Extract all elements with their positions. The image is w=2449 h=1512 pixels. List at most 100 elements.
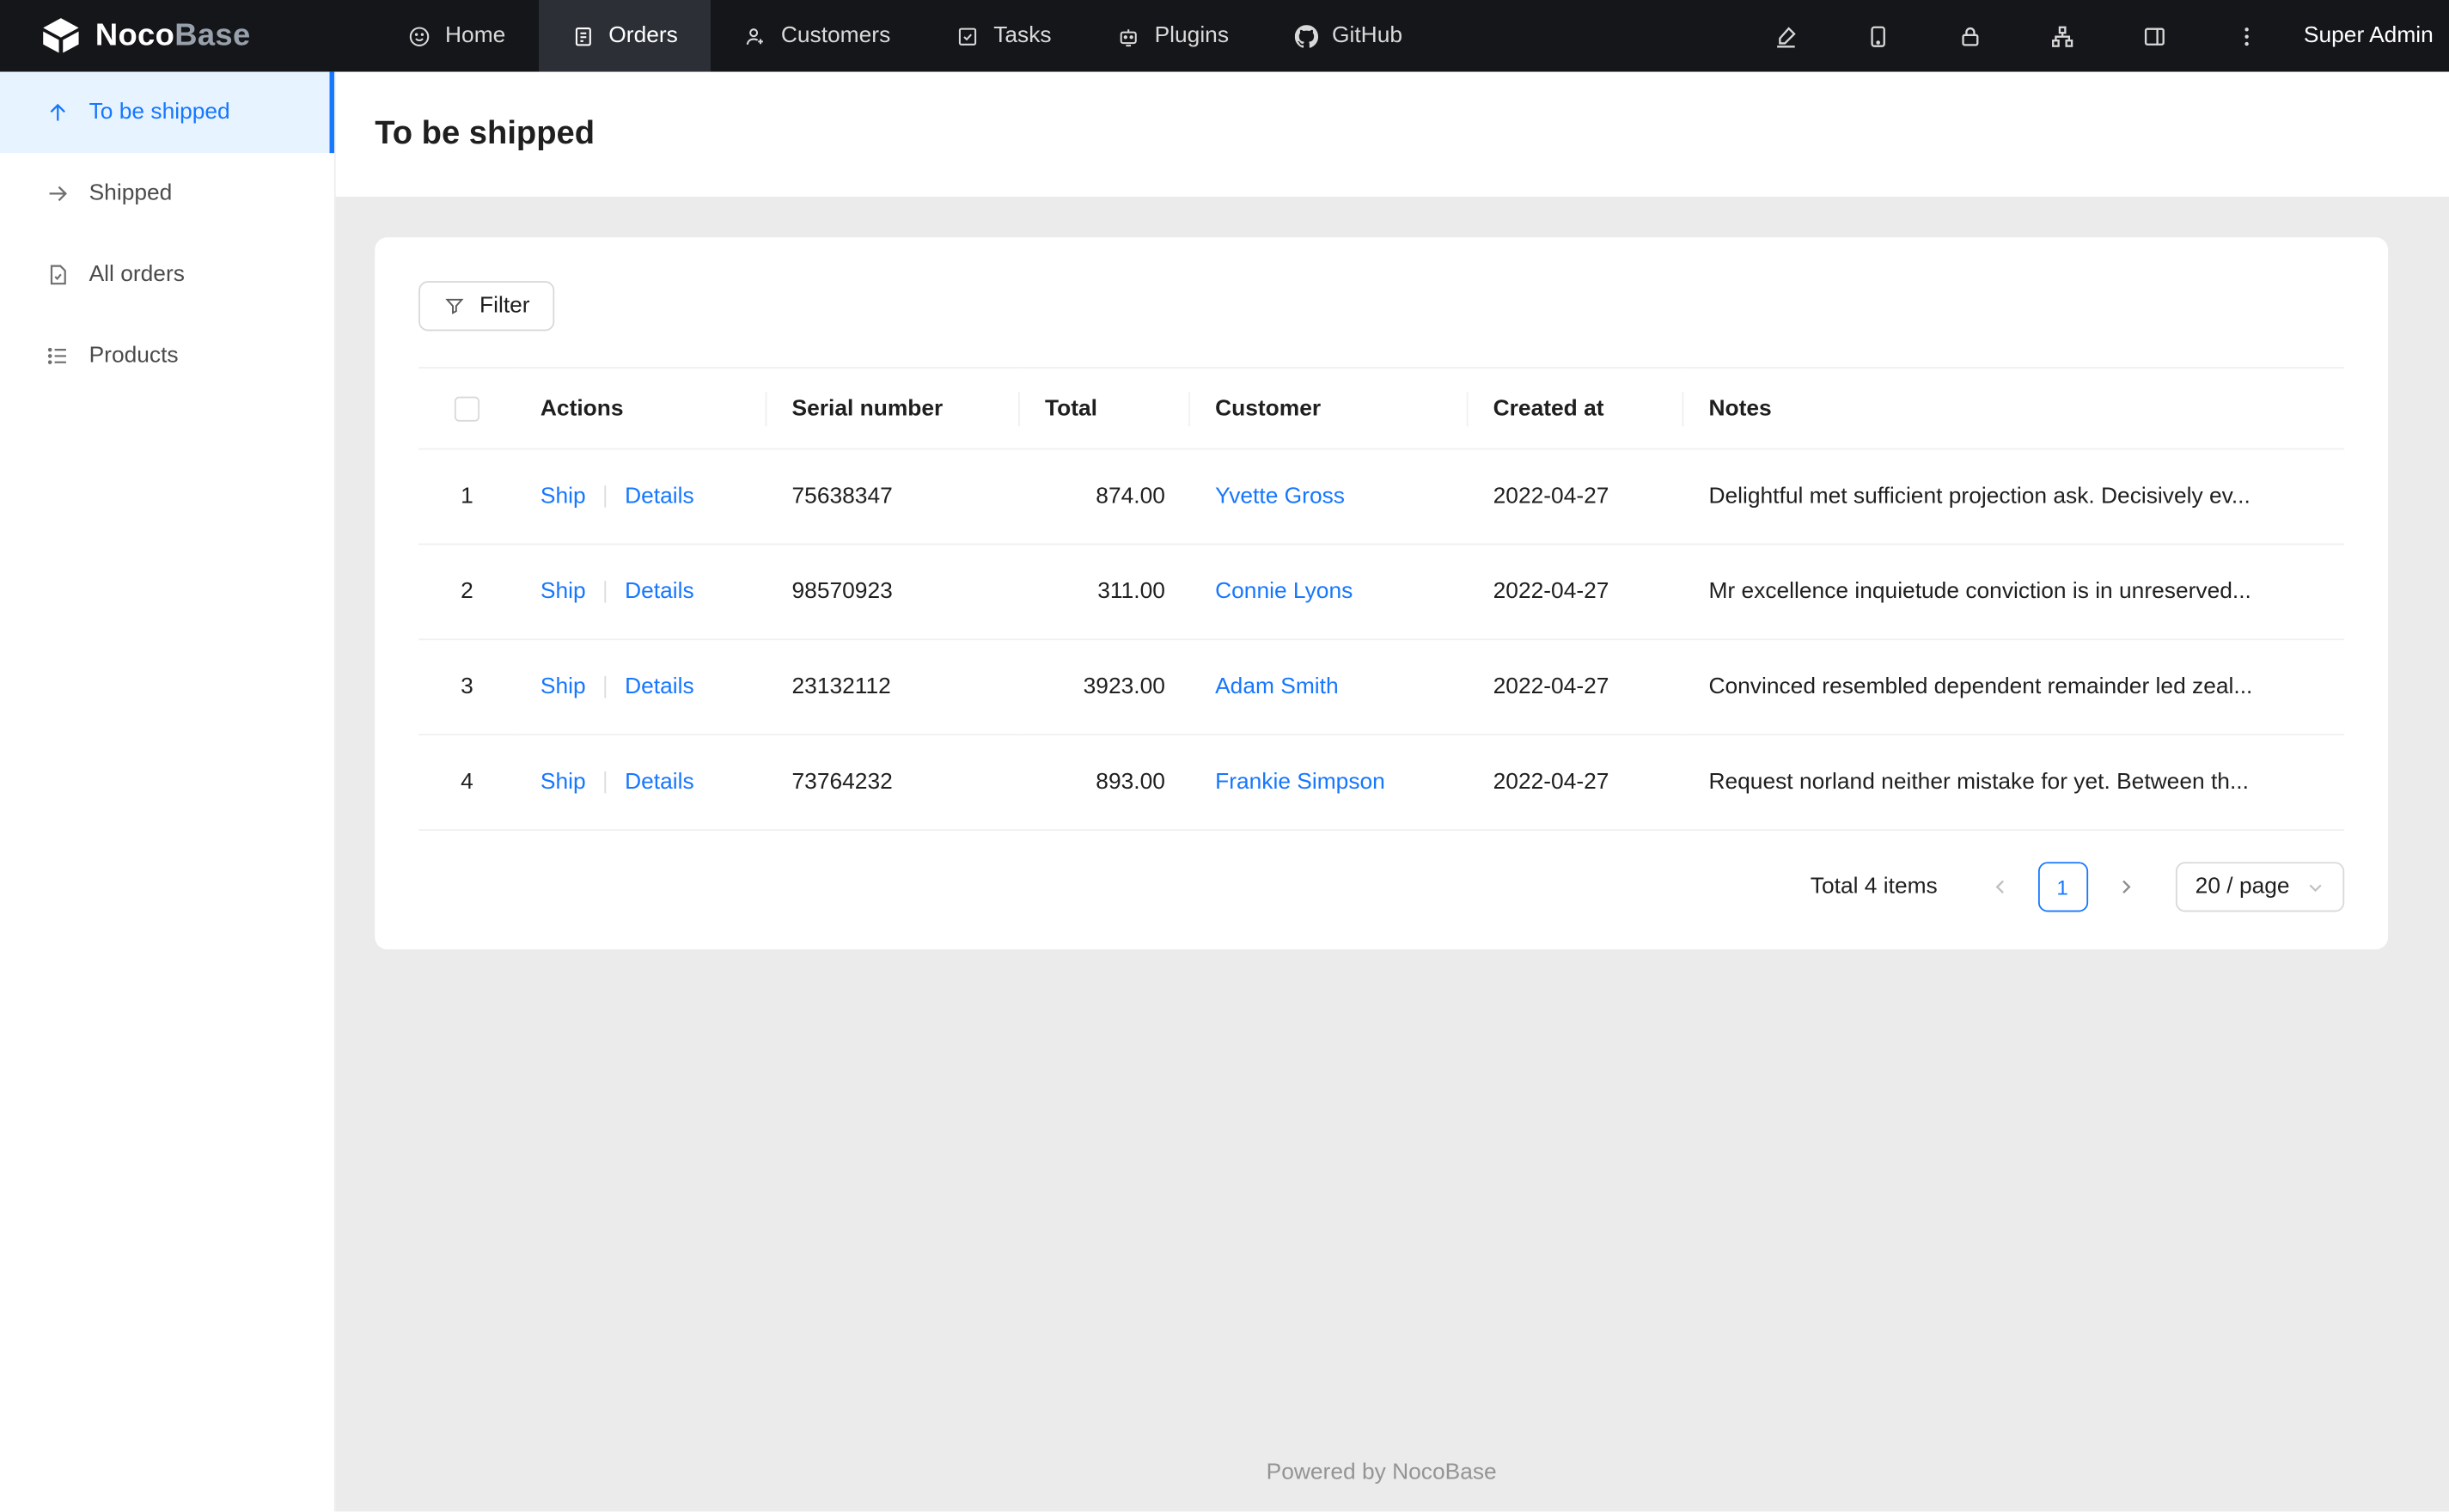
nav-item-plugins[interactable]: Plugins <box>1084 0 1261 72</box>
tasks-icon <box>956 24 980 47</box>
created-at-cell: 2022-04-27 <box>1468 448 1684 546</box>
row-actions: Ship Details <box>515 735 767 831</box>
page-size-select[interactable]: 20 / page <box>2175 862 2345 912</box>
row-actions: Ship Details <box>515 544 767 641</box>
app-root: NocoBase Home Orders Customers Tasks Plu… <box>0 0 2449 1512</box>
nocobase-logo[interactable]: NocoBase <box>0 0 336 72</box>
pagination-page-1[interactable]: 1 <box>2037 862 2088 912</box>
list-icon <box>46 344 70 369</box>
table-row: 4 Ship Details 73764232 893.00 Frankie Si… <box>418 735 2345 831</box>
sidebar-item-shipped[interactable]: Shipped <box>0 153 334 235</box>
serial-number-cell: 98570923 <box>766 544 1020 641</box>
created-at-cell: 2022-04-27 <box>1468 735 1684 831</box>
details-link[interactable]: Details <box>625 674 694 699</box>
ui-editor-button[interactable] <box>1752 0 1821 72</box>
action-divider <box>604 771 607 794</box>
sidebar-item-to-be-shipped[interactable]: To be shipped <box>0 71 334 154</box>
notes-cell: Convinced resembled dependent remainder … <box>1683 639 2345 736</box>
ship-link[interactable]: Ship <box>540 579 586 604</box>
more-button[interactable] <box>2213 0 2281 72</box>
serial-number-cell: 75638347 <box>766 448 1020 546</box>
filter-button[interactable]: Filter <box>418 281 555 332</box>
row-index: 4 <box>418 735 516 831</box>
column-header-customer: Customer <box>1190 367 1469 450</box>
row-index: 2 <box>418 544 516 641</box>
column-header-notes: Notes <box>1683 367 2345 450</box>
orders-card: Filter Actions Serial number Total Custo… <box>375 237 2389 950</box>
nav-item-github[interactable]: GitHub <box>1261 0 1435 72</box>
customer-cell: Adam Smith <box>1190 639 1469 736</box>
ship-link[interactable]: Ship <box>540 484 586 509</box>
customer-link[interactable]: Yvette Gross <box>1215 484 1345 509</box>
column-header-serial-number: Serial number <box>766 367 1020 450</box>
home-icon <box>407 24 431 47</box>
total-cell: 3923.00 <box>1019 639 1191 736</box>
footer-text: Powered by NocoBase <box>1266 1460 1497 1485</box>
customer-link[interactable]: Adam Smith <box>1215 674 1339 699</box>
table-row: 3 Ship Details 23132112 3923.00 Adam Smit… <box>418 639 2345 736</box>
details-link[interactable]: Details <box>625 579 694 604</box>
chevron-left-icon <box>1991 877 2010 896</box>
apartment-icon <box>2050 22 2077 49</box>
sidebar-item-label: To be shipped <box>89 100 230 125</box>
total-cell: 874.00 <box>1019 448 1191 546</box>
total-cell: 311.00 <box>1019 544 1191 641</box>
layout-icon <box>2142 22 2169 49</box>
notes-cell: Delightful met sufficient projection ask… <box>1683 448 2345 546</box>
plugins-icon <box>1117 24 1140 47</box>
top-navigation: Home Orders Customers Tasks Plugins GitH… <box>375 0 1435 72</box>
pagination-prev-button[interactable] <box>1975 862 2025 911</box>
ship-link[interactable]: Ship <box>540 770 586 795</box>
action-divider <box>604 581 607 603</box>
arrow-up-icon <box>46 100 70 125</box>
column-header-created-at: Created at <box>1468 367 1684 450</box>
details-link[interactable]: Details <box>625 484 694 509</box>
nav-item-customers[interactable]: Customers <box>711 0 923 72</box>
sidebar-item-all-orders[interactable]: All orders <box>0 235 334 316</box>
sidebar-item-label: All orders <box>89 262 185 288</box>
chevron-down-icon <box>2307 878 2324 895</box>
page-size-value: 20 / page <box>2195 874 2290 899</box>
serial-number-cell: 23132112 <box>766 639 1020 736</box>
pagination-next-button[interactable] <box>2100 862 2150 911</box>
more-vertical-icon <box>2234 22 2261 49</box>
main-area: To be shipped Filter Actions Serial numb… <box>335 71 2449 1512</box>
sidebar-item-products[interactable]: Products <box>0 315 334 397</box>
nav-item-home[interactable]: Home <box>375 0 538 72</box>
user-menu[interactable]: Super Admin <box>2304 23 2434 48</box>
mobile-button[interactable] <box>1845 0 1914 72</box>
arrow-right-icon <box>46 181 70 206</box>
filter-button-label: Filter <box>479 293 530 319</box>
column-header-select <box>418 367 516 450</box>
row-index: 3 <box>418 639 516 736</box>
column-header-actions: Actions <box>515 367 767 450</box>
ship-link[interactable]: Ship <box>540 674 586 699</box>
pagination-total: Total 4 items <box>1810 874 1938 899</box>
created-at-cell: 2022-04-27 <box>1468 639 1684 736</box>
topbar: NocoBase Home Orders Customers Tasks Plu… <box>0 0 2449 72</box>
customer-link[interactable]: Connie Lyons <box>1215 579 1353 604</box>
lock-button[interactable] <box>1937 0 2006 72</box>
details-link[interactable]: Details <box>625 770 694 795</box>
row-actions: Ship Details <box>515 639 767 736</box>
customer-cell: Connie Lyons <box>1190 544 1469 641</box>
nav-item-orders[interactable]: Orders <box>538 0 711 72</box>
topbar-actions: Super Admin <box>1729 0 2449 72</box>
nav-item-label: GitHub <box>1331 23 1403 49</box>
select-all-checkbox[interactable] <box>454 395 480 421</box>
sidebar-item-label: Shipped <box>89 180 173 206</box>
customer-link[interactable]: Frankie Simpson <box>1215 770 1385 795</box>
chevron-right-icon <box>2116 877 2134 896</box>
notes-cell: Mr excellence inquietude conviction is i… <box>1683 544 2345 641</box>
nav-item-label: Home <box>445 23 506 49</box>
nav-item-tasks[interactable]: Tasks <box>923 0 1084 72</box>
created-at-cell: 2022-04-27 <box>1468 544 1684 641</box>
sidebar: To be shipped Shipped All orders Product… <box>0 71 336 1512</box>
mobile-icon <box>1866 22 1892 49</box>
customer-cell: Frankie Simpson <box>1190 735 1469 831</box>
serial-number-cell: 73764232 <box>766 735 1020 831</box>
orders-icon <box>571 24 595 47</box>
github-icon <box>1294 24 1318 47</box>
api-button[interactable] <box>2029 0 2098 72</box>
layout-button[interactable] <box>2121 0 2189 72</box>
